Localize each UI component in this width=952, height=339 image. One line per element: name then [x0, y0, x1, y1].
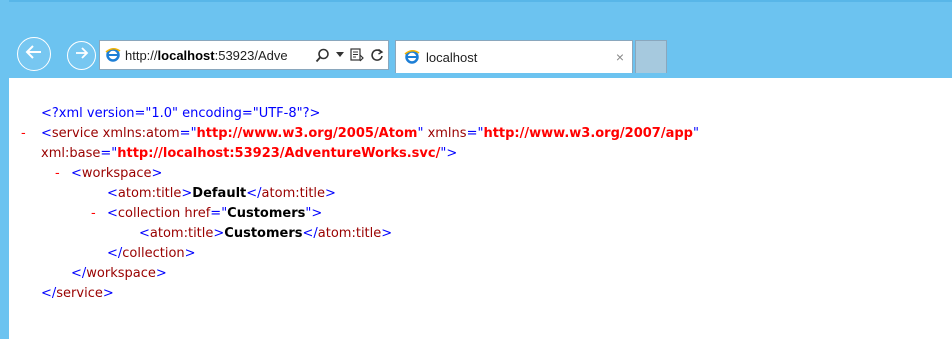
collection-title-line: <atom:title>Customers</atom:title>	[139, 224, 699, 244]
service-tag-name: service	[51, 126, 99, 141]
close-bracket: >	[184, 246, 196, 261]
collection-close-line: </collection>	[107, 244, 699, 264]
collection-end-tag: collection	[122, 246, 185, 261]
xml-declaration-text: <?xml version="1.0" encoding="UTF-8"?>	[41, 106, 321, 121]
atom-title-tag: atom:title	[149, 226, 214, 241]
service-attr2-value: http://www.w3.org/2007/app	[483, 126, 693, 141]
open-bracket: <	[71, 166, 82, 181]
new-tab-button[interactable]	[635, 40, 667, 73]
close-bracket: >	[325, 186, 336, 201]
collapse-service-toggle[interactable]: -	[21, 124, 26, 144]
address-bar[interactable]: http://localhost:53923/Adve	[99, 40, 389, 70]
quote: "	[417, 126, 424, 141]
equals-quote: ="	[210, 206, 228, 221]
atom-title-end-tag: atom:title	[261, 186, 326, 201]
xml-declaration: <?xml version="1.0" encoding="UTF-8"?>	[41, 104, 699, 124]
forward-arrow-icon	[74, 46, 90, 65]
back-arrow-icon	[24, 44, 44, 65]
workspace-tag-name: workspace	[81, 166, 152, 181]
end-open-bracket: </	[302, 226, 318, 241]
service-attr2-name: xmlns	[427, 126, 467, 141]
service-end-tag: service	[56, 286, 103, 301]
close-bracket: >	[381, 226, 393, 241]
equals-quote: ="	[100, 146, 118, 161]
refresh-icon[interactable]	[370, 48, 384, 62]
service-attr1-name: xmlns:atom	[102, 126, 180, 141]
collection-open-line: - <collection href="Customers">	[91, 204, 699, 224]
workspace-end-tag: workspace	[86, 266, 156, 281]
address-scheme: http://	[125, 47, 158, 63]
service-close-line: </service>	[41, 284, 699, 304]
tab-localhost[interactable]: localhost ×	[395, 40, 633, 73]
close-bracket: >	[102, 286, 114, 301]
address-host: localhost	[157, 47, 215, 63]
forward-button[interactable]	[67, 41, 96, 70]
workspace-close-line: </workspace>	[71, 264, 699, 284]
xml-document: <?xml version="1.0" encoding="UTF-8"?> -…	[21, 104, 699, 304]
open-bracket: <	[107, 186, 118, 201]
window-frame-top	[9, 0, 952, 2]
end-open-bracket: </	[71, 266, 87, 281]
window-frame-left	[0, 0, 9, 339]
close-bracket: >	[155, 266, 167, 281]
tab-title: localhost	[426, 49, 478, 65]
workspace-title-line: <atom:title>Default</atom:title>	[107, 184, 699, 204]
service-open-line-cont: xml:base="http://localhost:53923/Adventu…	[41, 144, 699, 164]
collection-attr-value: Customers	[227, 206, 306, 221]
collection-attr-name: href	[184, 206, 211, 221]
service-attr3-value: http://localhost:53923/AdventureWorks.sv…	[117, 146, 441, 161]
quote: "	[692, 126, 699, 141]
close-bracket: >	[181, 186, 193, 201]
collapse-collection-toggle[interactable]: -	[91, 204, 96, 224]
address-path: :53923/Adve	[214, 47, 288, 63]
dropdown-arrow-icon[interactable]	[336, 52, 344, 58]
close-bracket: >	[151, 166, 163, 181]
collapse-workspace-toggle[interactable]: -	[55, 164, 60, 184]
end-open-bracket: </	[107, 246, 123, 261]
open-bracket: <	[107, 206, 118, 221]
ie-tab-icon	[404, 49, 420, 65]
quote-close-bracket: ">	[305, 206, 323, 221]
end-open-bracket: </	[41, 286, 57, 301]
collection-tag-name: collection	[117, 206, 181, 221]
collection-title-text: Customers	[224, 226, 303, 241]
address-text[interactable]: http://localhost:53923/Adve	[125, 48, 309, 63]
atom-title-end-tag: atom:title	[317, 226, 382, 241]
ie-page-icon	[105, 47, 121, 63]
quote-close-bracket: ">	[440, 146, 458, 161]
equals-quote: ="	[179, 126, 197, 141]
equals-quote: ="	[466, 126, 484, 141]
workspace-title-text: Default	[192, 186, 247, 201]
open-bracket: <	[139, 226, 150, 241]
service-attr3-name: xml:base	[41, 146, 101, 161]
end-open-bracket: </	[246, 186, 262, 201]
service-open-bracket: <	[41, 126, 52, 141]
tab-close-icon[interactable]: ×	[616, 49, 624, 65]
service-open-line: - <service xmlns:atom="http://www.w3.org…	[21, 124, 699, 144]
search-icon[interactable]	[315, 48, 330, 63]
back-button[interactable]	[17, 37, 51, 71]
compatibility-view-icon[interactable]	[350, 48, 364, 62]
atom-title-tag: atom:title	[117, 186, 182, 201]
service-attr1-value: http://www.w3.org/2005/Atom	[196, 126, 418, 141]
close-bracket: >	[213, 226, 225, 241]
workspace-open-line: - <workspace>	[55, 164, 699, 184]
